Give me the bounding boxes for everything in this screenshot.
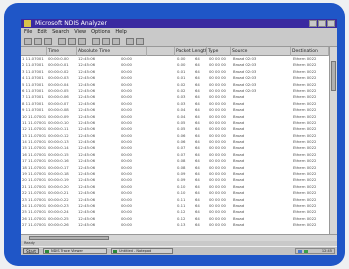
table-cell: 00:00:0.26 <box>48 222 69 228</box>
title-bar: Microsoft NDIS Analyzer <box>21 19 337 28</box>
table-cell: Broad <box>233 222 245 228</box>
window-title: Microsoft NDIS Analyzer <box>35 20 107 27</box>
toolbar-button[interactable] <box>34 38 42 45</box>
column-header[interactable]: Packet Length <box>175 47 207 56</box>
monitor-bezel: Microsoft NDIS Analyzer File Edit Search… <box>4 3 345 266</box>
horizontal-scroll-thumb[interactable] <box>29 236 109 240</box>
column-header-row: Time Absolute Time Packet Length Type So… <box>21 47 337 56</box>
menu-search[interactable]: Search <box>52 28 69 36</box>
horizontal-scrollbar[interactable] <box>21 234 337 241</box>
toolbar <box>21 36 337 47</box>
screen: Microsoft NDIS Analyzer File Edit Search… <box>21 19 337 255</box>
taskbar-item-label: Untitled - Notepad <box>119 249 152 253</box>
menu-bar: File Edit Search View Options Help <box>21 28 337 36</box>
app-icon <box>24 20 31 27</box>
taskbar-item-label: NDIS Trace Viewer <box>51 249 83 253</box>
toolbar-button[interactable] <box>92 38 100 45</box>
clock: 12:45 <box>321 249 332 253</box>
column-header[interactable]: Absolute Time <box>77 47 147 56</box>
table-cell: 00:00 <box>121 222 132 228</box>
packet-table: 1 11.07001 00:00:0.00 12:45:06 00:00 0.00 64 0… <box>21 56 329 234</box>
minimize-button[interactable] <box>309 20 317 27</box>
column-header[interactable]: Source <box>231 47 291 56</box>
toolbar-button[interactable] <box>78 38 86 45</box>
toolbar-button[interactable] <box>112 38 120 45</box>
taskbar-item[interactable]: NDIS Trace Viewer <box>43 248 107 254</box>
vertical-scroll-thumb[interactable] <box>331 61 336 91</box>
table-cell: 00 00 00 <box>209 222 226 228</box>
taskbar-item[interactable]: Untitled - Notepad <box>111 248 173 254</box>
column-header[interactable] <box>147 47 175 56</box>
menu-options[interactable]: Options <box>91 28 110 36</box>
menu-help[interactable]: Help <box>115 28 126 36</box>
table-cell: 12:45:06 <box>78 222 96 228</box>
speaker-icon[interactable] <box>298 250 302 253</box>
start-button[interactable]: Start <box>23 248 39 254</box>
window-controls <box>309 20 335 27</box>
toolbar-button[interactable] <box>102 38 110 45</box>
toolbar-button[interactable] <box>126 38 134 45</box>
menu-edit[interactable]: Edit <box>37 28 47 36</box>
column-header[interactable]: Time <box>47 47 77 56</box>
toolbar-button[interactable] <box>44 38 52 45</box>
table-cell: 64 <box>195 222 200 228</box>
toolbar-button[interactable] <box>68 38 76 45</box>
column-header[interactable] <box>21 47 47 56</box>
network-icon[interactable] <box>304 250 308 253</box>
taskbar: Start NDIS Trace Viewer Untitled - Notep… <box>21 246 337 255</box>
maximize-button[interactable] <box>318 20 326 27</box>
app-icon <box>113 250 117 253</box>
table-cell: Ethern 0022 <box>293 222 317 228</box>
system-tray: 12:45 <box>295 248 335 254</box>
menu-view[interactable]: View <box>74 28 86 36</box>
column-header[interactable]: Destination <box>291 47 329 56</box>
close-button[interactable] <box>327 20 335 27</box>
toolbar-button[interactable] <box>136 38 144 45</box>
toolbar-button[interactable] <box>58 38 66 45</box>
column-header[interactable]: Type <box>207 47 231 56</box>
vertical-scrollbar[interactable] <box>329 47 337 234</box>
menu-file[interactable]: File <box>24 28 32 36</box>
table-cell: 0.13 <box>177 222 186 228</box>
toolbar-button[interactable] <box>24 38 32 45</box>
table-cell: 27 11.07001 <box>22 222 47 228</box>
app-icon <box>45 250 49 253</box>
table-row[interactable]: 27 11.07001 00:00:0.26 12:45:06 00:00 0.13 64… <box>21 222 329 228</box>
